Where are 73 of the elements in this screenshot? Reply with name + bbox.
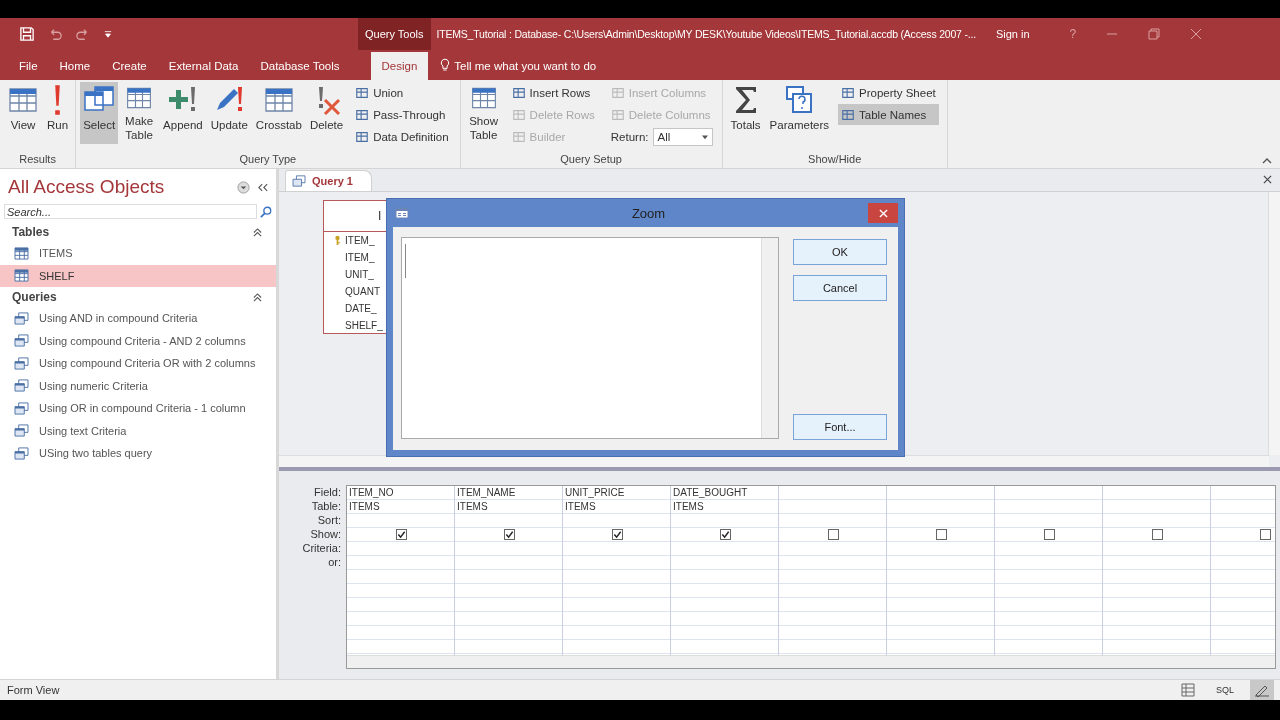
nav-group-header[interactable]: Queries bbox=[12, 290, 57, 304]
ribbon-button[interactable]: Insert Rows bbox=[508, 82, 598, 103]
row-label: Criteria: bbox=[302, 541, 341, 555]
ribbon-button[interactable]: Show Table bbox=[464, 82, 503, 144]
row-label: Show: bbox=[310, 527, 341, 541]
field-name[interactable]: UNIT_ bbox=[345, 269, 374, 280]
table-cell[interactable]: ITEMS bbox=[455, 500, 562, 514]
group-label: Query Type bbox=[238, 152, 298, 167]
ribbon-button[interactable]: Append bbox=[160, 82, 206, 144]
nav-item[interactable]: Using text Criteria bbox=[0, 419, 276, 442]
field-name[interactable]: SHELF_ bbox=[345, 320, 383, 331]
ribbon-tab[interactable]: Design bbox=[370, 52, 429, 80]
row-label: Sort: bbox=[317, 513, 341, 527]
tell-me-field[interactable]: Tell me what you want to do bbox=[454, 52, 597, 80]
ribbon-button[interactable]: Make Table bbox=[120, 82, 159, 144]
nav-item[interactable]: SHELF bbox=[0, 264, 276, 287]
nav-item[interactable]: ITEMS bbox=[0, 242, 276, 265]
row-label: Table: bbox=[311, 499, 341, 513]
nav-item[interactable]: Using numeric Criteria bbox=[0, 374, 276, 397]
sign-in-link[interactable]: Sign in bbox=[995, 28, 1030, 40]
group-label: Show/Hide bbox=[807, 152, 863, 167]
field-name[interactable]: DATE_ bbox=[345, 303, 377, 314]
table-cell[interactable]: ITEMS bbox=[347, 500, 454, 514]
ribbon-button[interactable]: Run bbox=[44, 82, 72, 144]
ribbon-button[interactable]: Pass-Through bbox=[352, 104, 452, 125]
document-tab[interactable]: Query 1 bbox=[285, 170, 372, 191]
ribbon-tab[interactable]: External Data bbox=[157, 52, 250, 80]
status-text: Form View bbox=[7, 684, 60, 696]
ribbon-tab[interactable]: Create bbox=[101, 52, 158, 80]
ribbon-button[interactable]: Crosstab bbox=[252, 82, 305, 144]
nav-group-header[interactable]: Tables bbox=[12, 225, 50, 239]
table-cell[interactable]: ITEMS bbox=[563, 500, 670, 514]
sql-view-button[interactable]: SQL bbox=[1212, 685, 1238, 695]
ribbon-button[interactable]: Data Definition bbox=[352, 126, 452, 147]
table-cell[interactable]: ITEM_NAME bbox=[455, 486, 562, 500]
table-cell[interactable]: ITEM_NO bbox=[347, 486, 454, 500]
dialog-button[interactable]: Cancel bbox=[793, 275, 887, 301]
nav-pane-title[interactable]: All Access Objects bbox=[8, 176, 229, 198]
field-name[interactable]: QUANT bbox=[345, 286, 380, 297]
nav-item[interactable]: USing two tables query bbox=[0, 442, 276, 465]
nav-item[interactable]: Using AND in compound Criteria bbox=[0, 307, 276, 330]
return-label: Return: bbox=[610, 130, 649, 143]
row-label: or: bbox=[328, 555, 341, 569]
return-dropdown[interactable]: All bbox=[652, 127, 713, 146]
table-cell[interactable]: ITEMS bbox=[671, 500, 778, 514]
ribbon-button[interactable]: Union bbox=[352, 82, 452, 103]
nav-item[interactable]: Using compound Criteria OR with 2 columns bbox=[0, 352, 276, 375]
ribbon-button[interactable]: Table Names bbox=[838, 104, 939, 125]
ribbon-button[interactable]: Delete bbox=[306, 82, 347, 144]
search-field[interactable]: Search... bbox=[4, 204, 257, 219]
ribbon-button[interactable]: Select bbox=[80, 82, 119, 144]
ribbon-tab[interactable]: File bbox=[8, 52, 49, 80]
ribbon-tab[interactable]: Home bbox=[48, 52, 102, 80]
field-name[interactable]: ITEM_ bbox=[345, 252, 375, 263]
nav-item[interactable]: Using compound Criteria - AND 2 columns bbox=[0, 329, 276, 352]
context-label: Query Tools bbox=[358, 18, 431, 50]
row-label: Field: bbox=[314, 485, 341, 499]
dialog-title: Zoom bbox=[630, 205, 667, 221]
nav-item[interactable]: Using OR in compound Criteria - 1 column bbox=[0, 397, 276, 420]
group-label: Query Setup bbox=[559, 152, 623, 167]
table-cell[interactable]: DATE_BOUGHT bbox=[671, 486, 778, 500]
ribbon-button[interactable]: View bbox=[4, 82, 42, 144]
ribbon-tab[interactable]: Database Tools bbox=[249, 52, 351, 80]
ribbon-button[interactable]: Update bbox=[207, 82, 251, 144]
ribbon-button[interactable]: Parameters bbox=[766, 82, 833, 144]
dialog-button[interactable]: Font... bbox=[793, 414, 887, 440]
field-name[interactable]: ITEM_ bbox=[345, 235, 375, 246]
dialog-button[interactable]: OK bbox=[793, 239, 887, 265]
window-title: ITEMS_Tutorial : Database- C:\Users\Admin\Desktop\MY DESK\Youtube Videos\ITEMS_Tutorial.accdb (Access 2007 -... bbox=[436, 28, 976, 40]
ribbon-button[interactable]: Totals bbox=[726, 82, 765, 144]
group-label: Results bbox=[18, 152, 57, 167]
ribbon-button[interactable]: Property Sheet bbox=[838, 82, 939, 103]
table-cell[interactable]: UNIT_PRICE bbox=[563, 486, 670, 500]
